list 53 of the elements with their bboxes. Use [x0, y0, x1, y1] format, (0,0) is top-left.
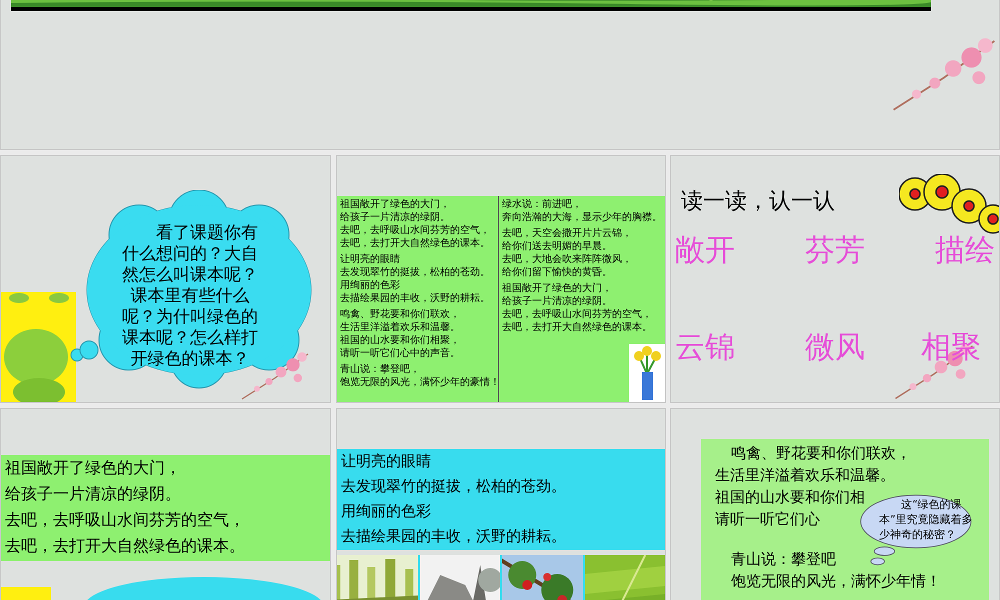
poem-line: 用绚丽的色彩 [341, 502, 432, 522]
poem-line: 去描绘果园的丰收，沃野的耕耘。 [340, 292, 491, 305]
vocabulary-word: 敞开 [675, 234, 735, 268]
poem-line: 祖国的山水要和你们相聚， [340, 334, 461, 347]
poem-line: 鸣禽、野花要和你们联欢， [731, 444, 911, 464]
poem-line: 生活里洋溢着欢乐和温馨。 [340, 321, 461, 334]
poem-line: 请听一听它们心 [715, 510, 820, 530]
poem-line: 去吧，大地会吹来阵阵微风， [502, 253, 633, 266]
poem-line: 祖国敞开了绿色的大门， [5, 459, 182, 479]
vocabulary-word: 描绘 [935, 234, 995, 268]
poem-line: 去吧，去呼吸山水间芬芳的空气， [340, 224, 491, 237]
poem-line: 去吧，去打开大自然绿色的课本。 [5, 537, 246, 557]
poem-line: 让明亮的眼睛 [340, 253, 401, 266]
poem-line: 去吧，去呼吸山水间芬芳的空气， [502, 308, 653, 321]
slide-thumbnail[interactable]: 让明亮的眼睛 去发现翠竹的挺拔，松柏的苍劲。 用绚丽的色彩 去描绘果园的丰收，沃野的耕耘。 [336, 408, 666, 600]
vocabulary-word: 芬芳 [805, 234, 865, 268]
poem-line: 青山说：攀登吧， [340, 363, 421, 376]
poem-line: 绿水说：前进吧， [502, 198, 583, 211]
poem-line: 去发现翠竹的挺拔，松柏的苍劲。 [341, 477, 567, 497]
poem-line: 用绚丽的色彩 [340, 279, 401, 292]
poem-line: 给孩子一片清凉的绿阴。 [5, 485, 182, 505]
poem-line: 去吧，去呼吸山水间芬芳的空气， [5, 511, 246, 531]
poem-line: 去发现翠竹的挺拔，松柏的苍劲。 [340, 266, 491, 279]
slide-thumbnail[interactable]: 看了课题你有什么想问的？大自然怎么叫课本呢？课本里有些什么呢？为什叫绿色的课本呢？怎么样打开绿色的课本？ [0, 155, 331, 403]
poem-line: 去吧，去打开大自然绿色的课本。 [340, 237, 491, 250]
poem-line: 让明亮的眼睛 [341, 452, 432, 472]
poem-line: 饱览无限的风光，满怀少年情！ [731, 572, 941, 592]
poem-line: 给你们送去明媚的早晨。 [502, 240, 613, 253]
poem-line: 去吧，天空会撒开片片云锦， [502, 227, 633, 240]
poem-line: 生活里洋溢着欢乐和温馨。 [715, 466, 895, 486]
slide-thumbnail[interactable]: 祖国敞开了绿色的大门， 给孩子一片清凉的绿阴。 去吧，去呼吸山水间芬芳的空气， 去吧，去打开大自然绿色的课本。 [0, 408, 331, 600]
vocabulary-word: 相聚 [921, 331, 981, 365]
poem-line: 请听一听它们心中的声音。 [340, 347, 461, 360]
slide-thumbnail[interactable] [336, 155, 666, 403]
poem-line: 祖国的山水要和你们相 [715, 488, 865, 508]
poem-line: 祖国敞开了绿色的大门， [340, 198, 451, 211]
slide-thumbnail[interactable]: 读一读，认一认 敞开 芬芳 描绘 云锦 微风 相聚 [670, 155, 1000, 403]
poem-line: 去吧，去打开大自然绿色的课本。 [502, 321, 653, 334]
poem-line: 鸣禽、野花要和你们联欢， [340, 308, 461, 321]
poem-line: 去描绘果园的丰收，沃野的耕耘。 [341, 527, 567, 547]
poem-line: 祖国敞开了绿色的大门， [502, 282, 613, 295]
vocabulary-word: 云锦 [675, 331, 735, 365]
poem-line: 青山说：攀登吧 [731, 550, 836, 570]
vocabulary-word: 微风 [805, 331, 865, 365]
poem-line: 给孩子一片清凉的绿阴。 [340, 211, 451, 224]
poem-line: 给你们留下愉快的黄昏。 [502, 266, 613, 279]
question-text: 看了课题你有什么想问的？大自然怎么叫课本呢？课本里有些什么呢？为什叫绿色的课本呢？怎么样打开绿色的课本？ [121, 222, 259, 369]
poem-line: 给孩子一片清凉的绿阴。 [502, 295, 613, 308]
poem-line: 奔向浩瀚的大海，显示少年的胸襟。 [502, 211, 663, 224]
poem-line: 饱览无限的风光，满怀少年的豪情！ [340, 376, 498, 389]
slide-thumbnail[interactable] [0, 0, 1000, 150]
flower-vase-icon [629, 344, 665, 402]
heading: 读一读，认一认 [681, 187, 835, 215]
